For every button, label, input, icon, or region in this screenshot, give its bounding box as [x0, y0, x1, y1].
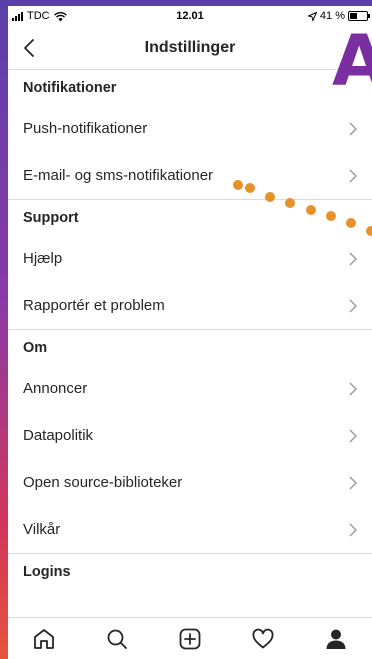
wifi-icon: [53, 11, 67, 21]
chevron-right-icon: [349, 252, 357, 265]
tab-profile[interactable]: [322, 625, 350, 653]
profile-icon: [326, 629, 346, 649]
settings-item-terms[interactable]: Vilkår: [8, 506, 372, 553]
settings-item-label: Push-notifikationer: [23, 120, 148, 137]
settings-item-label: Rapportér et problem: [23, 297, 165, 314]
settings-item-help[interactable]: Hjælp: [8, 235, 372, 282]
settings-item-label: Vilkår: [23, 521, 61, 538]
section-header-about: Om: [23, 339, 48, 356]
annotation-dot: [265, 192, 275, 202]
status-right: 41 %: [307, 10, 370, 22]
chevron-right-icon: [349, 476, 357, 489]
location-icon: [307, 11, 317, 21]
home-icon: [34, 628, 55, 649]
settings-item-email-sms-notifications[interactable]: E-mail- og sms-notifikationer: [8, 152, 372, 199]
annotation-letter: A: [332, 26, 372, 96]
tab-home[interactable]: [30, 625, 58, 653]
annotation-dot: [326, 211, 336, 221]
battery-icon: [348, 11, 370, 21]
annotation-dot: [306, 205, 316, 215]
settings-item-label: Annoncer: [23, 380, 88, 397]
tab-add[interactable]: [176, 625, 204, 653]
chevron-right-icon: [349, 122, 357, 135]
status-left: TDC: [12, 10, 67, 22]
chevron-right-icon: [349, 523, 357, 536]
settings-item-label: Open source-biblioteker: [23, 474, 183, 491]
settings-item-label: Datapolitik: [23, 427, 94, 444]
search-icon: [107, 629, 128, 649]
annotation-dot: [285, 198, 295, 208]
page-title: Indstillinger: [144, 38, 236, 56]
settings-item-open-source-libraries[interactable]: Open source-biblioteker: [8, 459, 372, 506]
navigation-bar: Indstillinger: [8, 26, 372, 70]
annotation-dot: [346, 218, 356, 228]
settings-item-report-problem[interactable]: Rapportér et problem: [8, 282, 372, 329]
chevron-right-icon: [349, 169, 357, 182]
section-header-notifications: Notifikationer: [23, 79, 117, 96]
tab-search[interactable]: [103, 625, 131, 653]
battery-percentage: 41 %: [319, 10, 345, 22]
section-header-logins: Logins: [23, 563, 71, 580]
carrier-label: TDC: [27, 10, 50, 22]
annotation-dot: [366, 226, 372, 236]
chevron-left-icon: [24, 39, 34, 57]
back-button[interactable]: [18, 36, 42, 60]
status-bar: TDC 12.01 41 %: [8, 6, 372, 26]
signal-icon: [12, 11, 23, 21]
annotation-dot: [245, 183, 255, 193]
add-icon: [179, 628, 201, 649]
chevron-right-icon: [349, 382, 357, 395]
tab-activity[interactable]: [249, 625, 277, 653]
settings-item-data-policy[interactable]: Datapolitik: [8, 412, 372, 459]
chevron-right-icon: [349, 299, 357, 312]
heart-icon: [252, 628, 274, 648]
section-header-support: Support: [23, 209, 79, 226]
settings-item-label: E-mail- og sms-notifikationer: [23, 167, 214, 184]
settings-item-ads[interactable]: Annoncer: [8, 365, 372, 412]
settings-item-label: Hjælp: [23, 250, 63, 267]
annotation-dot: [233, 180, 243, 190]
settings-item-push-notifications[interactable]: Push-notifikationer: [8, 105, 372, 152]
settings-screen: TDC 12.01 41 % Indstillinger Notifikatio…: [8, 6, 372, 659]
bottom-tab-bar: [8, 617, 372, 659]
chevron-right-icon: [349, 429, 357, 442]
